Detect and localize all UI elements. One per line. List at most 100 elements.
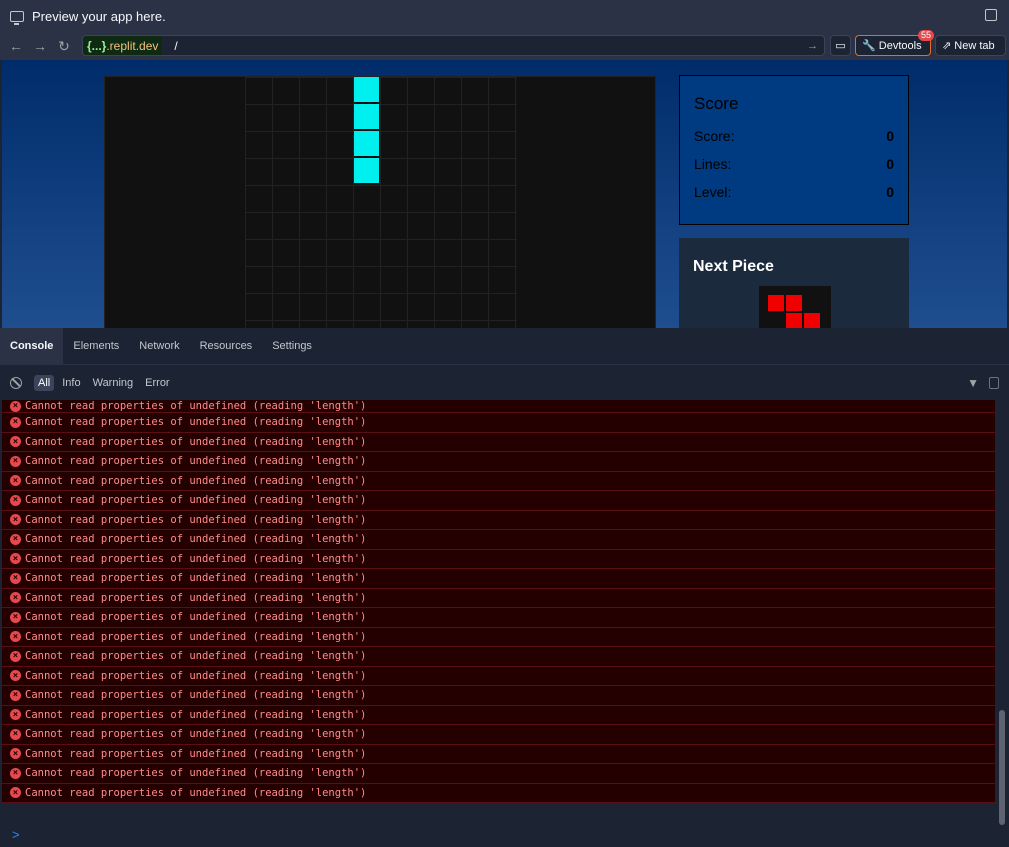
filter-all[interactable]: All — [34, 374, 55, 391]
url-input[interactable]: {...} .replit.dev / → — [82, 35, 825, 56]
error-icon: × — [10, 689, 21, 701]
filter-icon[interactable]: ▼ — [967, 376, 979, 390]
error-icon: × — [10, 631, 21, 643]
console-filters: All Info Warning Error ▼ — [0, 365, 1009, 400]
next-piece-cell — [804, 313, 820, 328]
forward-icon[interactable]: → — [30, 36, 50, 56]
log-row: × Cannot read properties of undefined (re… — [2, 491, 995, 511]
log-row: × Cannot read properties of undefined (re… — [2, 511, 995, 530]
open-external-icon[interactable] — [985, 9, 997, 21]
error-icon: × — [10, 748, 21, 760]
devtools-button[interactable]: 🔧 Devtools 55 — [855, 30, 934, 56]
error-icon: × — [10, 787, 21, 799]
error-icon: × — [10, 670, 21, 682]
log-row: × Cannot read properties of undefined (re… — [2, 686, 995, 706]
error-icon: × — [10, 592, 21, 604]
error-icon: × — [10, 400, 21, 412]
log-message: Cannot read properties of undefined (rea… — [25, 747, 367, 760]
filter-warning[interactable]: Warning — [89, 375, 138, 391]
go-arrow-icon[interactable]: → — [807, 40, 818, 52]
log-message: Cannot read properties of undefined (rea… — [25, 786, 367, 799]
active-piece-cell — [354, 131, 379, 156]
monitor-icon — [10, 10, 24, 25]
tab-settings[interactable]: Settings — [262, 328, 322, 364]
log-row: × Cannot read properties of undefined (re… — [2, 667, 995, 686]
log-message: Cannot read properties of undefined (rea… — [25, 650, 367, 663]
log-row: × Cannot read properties of undefined (re… — [2, 628, 995, 647]
log-message: Cannot read properties of undefined (rea… — [25, 533, 367, 546]
next-piece-heading: Next Piece — [693, 258, 774, 275]
preview-titlebar: Preview your app here. — [0, 0, 1009, 32]
next-piece-cell — [768, 295, 784, 311]
scrollbar-thumb[interactable] — [999, 710, 1005, 825]
log-message: Cannot read properties of undefined (rea… — [25, 572, 367, 585]
tab-elements[interactable]: Elements — [63, 328, 129, 364]
log-message: Cannot read properties of undefined (rea… — [25, 611, 367, 624]
reload-icon[interactable]: ↻ — [54, 36, 74, 56]
log-row: × Cannot read properties of undefined (re… — [2, 472, 995, 491]
clear-console-icon[interactable] — [10, 376, 22, 389]
tab-resources[interactable]: Resources — [190, 328, 263, 364]
error-icon: × — [10, 650, 21, 662]
log-row: × Cannot read properties of undefined (re… — [2, 550, 995, 569]
tab-network[interactable]: Network — [129, 328, 189, 364]
console-prompt[interactable]: > — [0, 827, 1009, 847]
error-icon: × — [10, 611, 21, 623]
error-icon: × — [10, 455, 21, 467]
log-row: × Cannot read properties of undefined (re… — [2, 400, 995, 413]
copy-icon[interactable] — [989, 376, 999, 389]
error-icon: × — [10, 533, 21, 545]
log-message: Cannot read properties of undefined (rea… — [25, 708, 367, 721]
log-row: × Cannot read properties of undefined (re… — [2, 569, 995, 589]
new-tab-button[interactable]: ⇗ New tab — [935, 35, 1006, 56]
log-message: Cannot read properties of undefined (rea… — [25, 669, 367, 682]
log-row: × Cannot read properties of undefined (re… — [2, 725, 995, 745]
log-row: × Cannot read properties of undefined (re… — [2, 413, 995, 433]
next-piece-cell — [786, 295, 802, 311]
error-icon: × — [10, 572, 21, 584]
score-heading: Score — [694, 94, 739, 113]
error-icon: × — [10, 514, 21, 526]
log-row: × Cannot read properties of undefined (re… — [2, 530, 995, 550]
filter-info[interactable]: Info — [58, 375, 84, 391]
url-path: / — [174, 38, 178, 53]
tetris-board — [104, 76, 656, 328]
log-row: × Cannot read properties of undefined (re… — [2, 706, 995, 725]
back-icon[interactable]: ← — [6, 36, 26, 56]
level-row: Level: 0 — [694, 184, 894, 200]
score-panel: Score Score: 0 Lines: 0 Level: 0 — [679, 75, 909, 225]
lines-row: Lines: 0 — [694, 156, 894, 172]
log-message: Cannot read properties of undefined (rea… — [25, 474, 367, 487]
console-scrollbar[interactable] — [998, 400, 1006, 827]
log-message: Cannot read properties of undefined (rea… — [25, 728, 367, 741]
log-row: × Cannot read properties of undefined (re… — [2, 784, 995, 803]
log-message: Cannot read properties of undefined (rea… — [25, 591, 367, 604]
error-icon: × — [10, 709, 21, 721]
next-piece-preview — [759, 286, 831, 328]
devtools-tabs: Console Elements Network Resources Setti… — [0, 328, 1009, 365]
console-log: × Cannot read properties of undefined (re… — [2, 400, 995, 803]
active-piece-cell — [354, 104, 379, 129]
active-piece-cell — [354, 77, 379, 102]
log-row: × Cannot read properties of undefined (re… — [2, 608, 995, 628]
devtools-error-badge: 55 — [917, 30, 934, 41]
log-message: Cannot read properties of undefined (rea… — [25, 767, 367, 780]
log-message: Cannot read properties of undefined (rea… — [25, 455, 367, 468]
log-message: Cannot read properties of undefined (rea… — [25, 400, 367, 412]
log-message: Cannot read properties of undefined (rea… — [25, 552, 367, 565]
domain-chip: {...} .replit.dev — [83, 36, 163, 55]
active-piece-cell — [354, 158, 379, 183]
error-icon: × — [10, 494, 21, 506]
filter-error[interactable]: Error — [141, 375, 173, 391]
log-row: × Cannot read properties of undefined (re… — [2, 647, 995, 667]
error-icon: × — [10, 416, 21, 428]
log-message: Cannot read properties of undefined (rea… — [25, 630, 367, 643]
error-icon: × — [10, 728, 21, 740]
score-row: Score: 0 — [694, 128, 894, 144]
log-message: Cannot read properties of undefined (rea… — [25, 435, 367, 448]
log-message: Cannot read properties of undefined (rea… — [25, 416, 367, 429]
next-piece-panel: Next Piece — [679, 238, 909, 328]
screen-icon[interactable]: ▭ — [830, 35, 851, 56]
tab-console[interactable]: Console — [0, 328, 64, 364]
next-piece-cell — [786, 313, 802, 328]
